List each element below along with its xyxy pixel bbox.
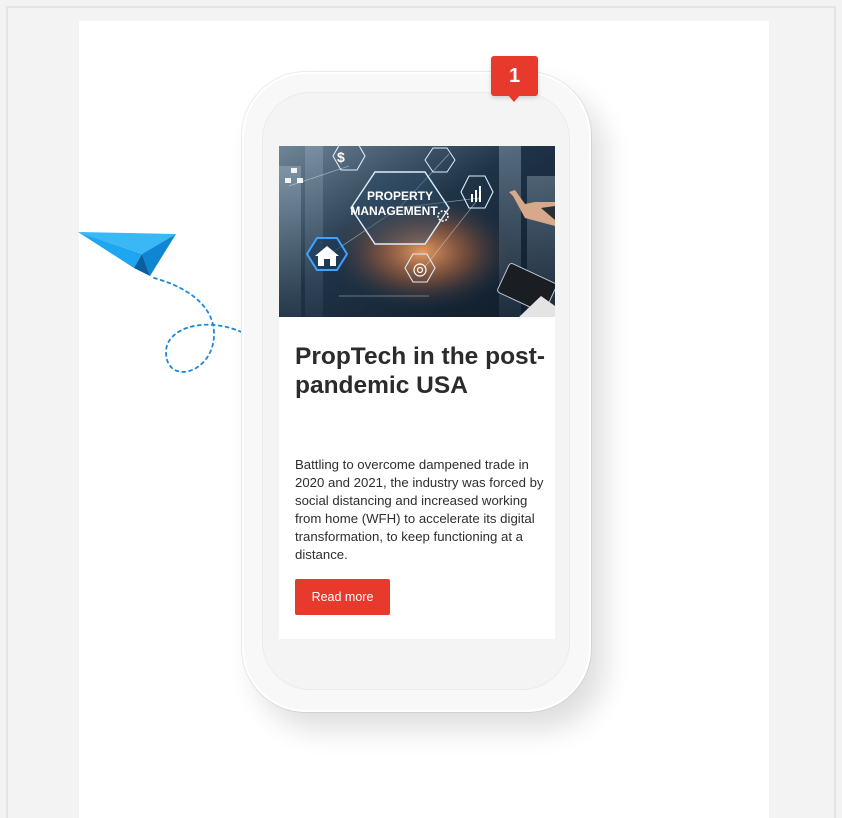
notification-badge-pointer [507, 94, 521, 102]
article-hero-image: $ PROPERTY MANAGEMENT [279, 146, 555, 317]
article-card: $ PROPERTY MANAGEMENT PropTech in the po… [279, 146, 555, 639]
article-title: PropTech in the post-pandemic USA [295, 343, 545, 399]
svg-text:PROPERTY: PROPERTY [367, 189, 433, 203]
svg-text:MANAGEMENT: MANAGEMENT [350, 204, 438, 218]
read-more-button[interactable]: Read more [295, 579, 390, 615]
notification-badge: 1 [491, 56, 538, 96]
svg-text:$: $ [337, 149, 345, 165]
article-summary: Battling to overcome dampened trade in 2… [295, 457, 544, 562]
